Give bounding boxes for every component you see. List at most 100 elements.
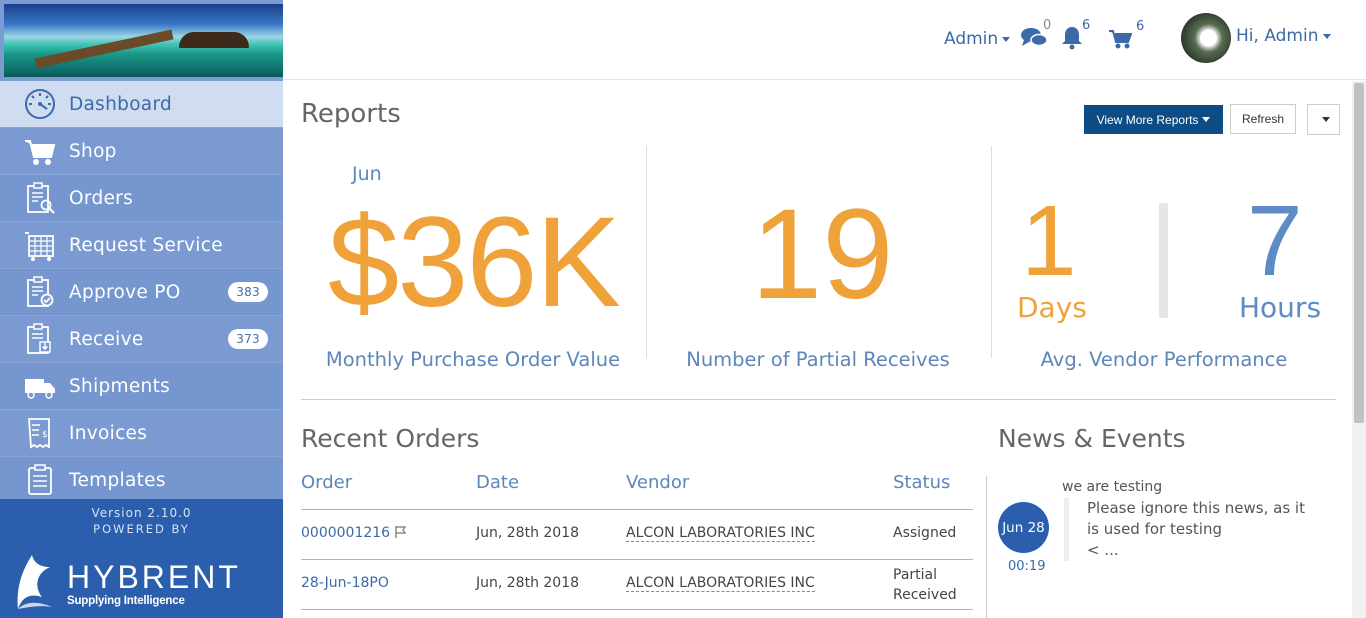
- news-date-badge: Jun 28: [998, 502, 1049, 553]
- order-date: Jun, 28th 2018: [476, 575, 580, 591]
- news-read-more[interactable]: < ...: [1087, 540, 1314, 561]
- sidebar-item-request-service[interactable]: Request Service: [0, 222, 283, 269]
- partial-receives-value: 19: [751, 183, 894, 326]
- news-timeline-line: [986, 476, 987, 618]
- calendar-grid-icon: [22, 227, 58, 263]
- hybrent-logo: HYBRENT Supplying Intelligence: [12, 553, 252, 613]
- sidebar-item-label: Receive: [69, 328, 144, 350]
- user-menu-dropdown[interactable]: Hi, Admin: [1236, 26, 1331, 46]
- vendor-days-unit: Days: [1017, 291, 1087, 324]
- sidebar-nav: Dashboard Shop Orders Request Service Ap…: [0, 81, 283, 504]
- cart-icon[interactable]: [1108, 28, 1133, 54]
- vendor-days-value: 1: [1021, 185, 1077, 297]
- sidebar-item-label: Orders: [69, 187, 134, 209]
- sidebar-item-orders[interactable]: Orders: [0, 175, 283, 222]
- column-header-order[interactable]: Order: [301, 472, 352, 493]
- table-header-divider: [301, 509, 973, 510]
- top-header: Admin 0 6 6 Hi, Admin: [283, 0, 1366, 80]
- receive-count-badge: 373: [228, 329, 268, 349]
- vendor-link[interactable]: ALCON LABORATORIES INC: [626, 525, 815, 542]
- sidebar-item-receive[interactable]: Receive 373: [0, 316, 283, 363]
- sidebar-footer: Version 2.10.0 POWERED BY HYBRENT Supply…: [0, 499, 283, 618]
- recent-orders-title: Recent Orders: [301, 424, 480, 453]
- sidebar-item-label: Request Service: [69, 234, 223, 256]
- chevron-down-icon: [1321, 117, 1330, 122]
- column-header-vendor[interactable]: Vendor: [626, 472, 689, 493]
- cart-icon: [22, 133, 58, 169]
- news-time: 00:19: [1008, 559, 1046, 574]
- invoice-icon: $: [22, 415, 58, 451]
- sidebar-item-label: Templates: [69, 469, 166, 491]
- main-content: Reports View More Reports Refresh Jun $3…: [283, 81, 1352, 618]
- sidebar-item-shop[interactable]: Shop: [0, 128, 283, 175]
- sidebar-item-label: Shop: [69, 140, 117, 162]
- news-subject[interactable]: we are testing: [1062, 479, 1162, 495]
- kpi-separator-bar: [1159, 203, 1168, 318]
- powered-by-text: POWERED BY: [93, 522, 190, 536]
- messages-count: 0: [1043, 18, 1052, 33]
- sidebar-item-invoices[interactable]: $ Invoices: [0, 410, 283, 457]
- brand-name: HYBRENT: [67, 559, 241, 595]
- reports-options-dropdown[interactable]: [1307, 104, 1340, 135]
- order-status: Partial Received: [893, 567, 957, 603]
- partial-receives-label: Number of Partial Receives: [686, 348, 950, 371]
- hybrent-bird-icon: [17, 555, 52, 609]
- scrollbar-thumb[interactable]: [1354, 83, 1364, 423]
- sidebar-item-label: Shipments: [69, 375, 171, 397]
- sidebar-item-label: Dashboard: [69, 93, 173, 115]
- vendor-hours-unit: Hours: [1239, 291, 1322, 324]
- reports-title: Reports: [301, 99, 401, 129]
- refresh-button[interactable]: Refresh: [1230, 104, 1296, 134]
- monthly-po-label: Monthly Purchase Order Value: [325, 348, 621, 371]
- chevron-down-icon: [1322, 33, 1331, 39]
- avatar[interactable]: [1181, 13, 1231, 63]
- table-row-divider: [301, 559, 973, 560]
- sidebar: Dashboard Shop Orders Request Service Ap…: [0, 0, 283, 618]
- view-more-reports-label: View More Reports: [1096, 112, 1199, 127]
- order-link[interactable]: 0000001216: [301, 525, 408, 542]
- kpi-month: Jun: [352, 163, 382, 185]
- order-link[interactable]: 28-Jun-18PO: [301, 575, 389, 591]
- section-divider: [301, 399, 1336, 400]
- table-row-divider: [301, 609, 973, 610]
- clipboard-check-icon: [22, 274, 58, 310]
- clipboard-download-icon: [22, 321, 58, 357]
- sidebar-item-templates[interactable]: Templates: [0, 457, 283, 504]
- truck-icon: [22, 368, 58, 404]
- vendor-performance-label: Avg. Vendor Performance: [1040, 348, 1288, 371]
- kpi-divider: [646, 146, 647, 358]
- approve-po-count-badge: 383: [228, 282, 268, 302]
- sidebar-item-dashboard[interactable]: Dashboard: [0, 81, 283, 128]
- admin-menu-dropdown[interactable]: Admin: [944, 29, 1011, 49]
- sidebar-item-approve-po[interactable]: Approve PO 383: [0, 269, 283, 316]
- chevron-down-icon: [1202, 117, 1211, 122]
- news-events-title: News & Events: [998, 424, 1186, 453]
- sidebar-item-shipments[interactable]: Shipments: [0, 363, 283, 410]
- brand-tagline: Supplying Intelligence: [67, 595, 185, 607]
- news-body: Please ignore this news, as it is used f…: [1064, 498, 1314, 561]
- order-date: Jun, 28th 2018: [476, 525, 580, 541]
- admin-menu-label: Admin: [944, 29, 999, 49]
- vendor-link[interactable]: ALCON LABORATORIES INC: [626, 575, 815, 592]
- column-header-status[interactable]: Status: [893, 472, 950, 493]
- clipboard-list-icon: [22, 462, 58, 498]
- company-logo-image[interactable]: [4, 4, 283, 77]
- dashboard-icon: [22, 86, 58, 122]
- user-greeting: Hi, Admin: [1236, 26, 1319, 46]
- vendor-hours-value: 7: [1247, 185, 1303, 297]
- news-body-text: Please ignore this news, as it is used f…: [1087, 499, 1305, 538]
- clipboard-search-icon: [22, 180, 58, 216]
- bell-icon[interactable]: [1060, 25, 1084, 54]
- column-header-date[interactable]: Date: [476, 472, 519, 493]
- view-more-reports-button[interactable]: View More Reports: [1084, 105, 1223, 134]
- order-status: Assigned: [893, 525, 957, 541]
- chevron-down-icon: [1002, 36, 1011, 42]
- version-text: Version 2.10.0: [91, 506, 192, 520]
- monthly-po-value: $36K: [328, 191, 621, 334]
- kpi-divider: [991, 146, 992, 358]
- flag-icon[interactable]: [394, 525, 408, 542]
- cart-count: 6: [1136, 19, 1145, 34]
- order-number: 0000001216: [301, 525, 391, 541]
- notifications-count: 6: [1082, 18, 1091, 33]
- svg-text:$: $: [42, 430, 48, 440]
